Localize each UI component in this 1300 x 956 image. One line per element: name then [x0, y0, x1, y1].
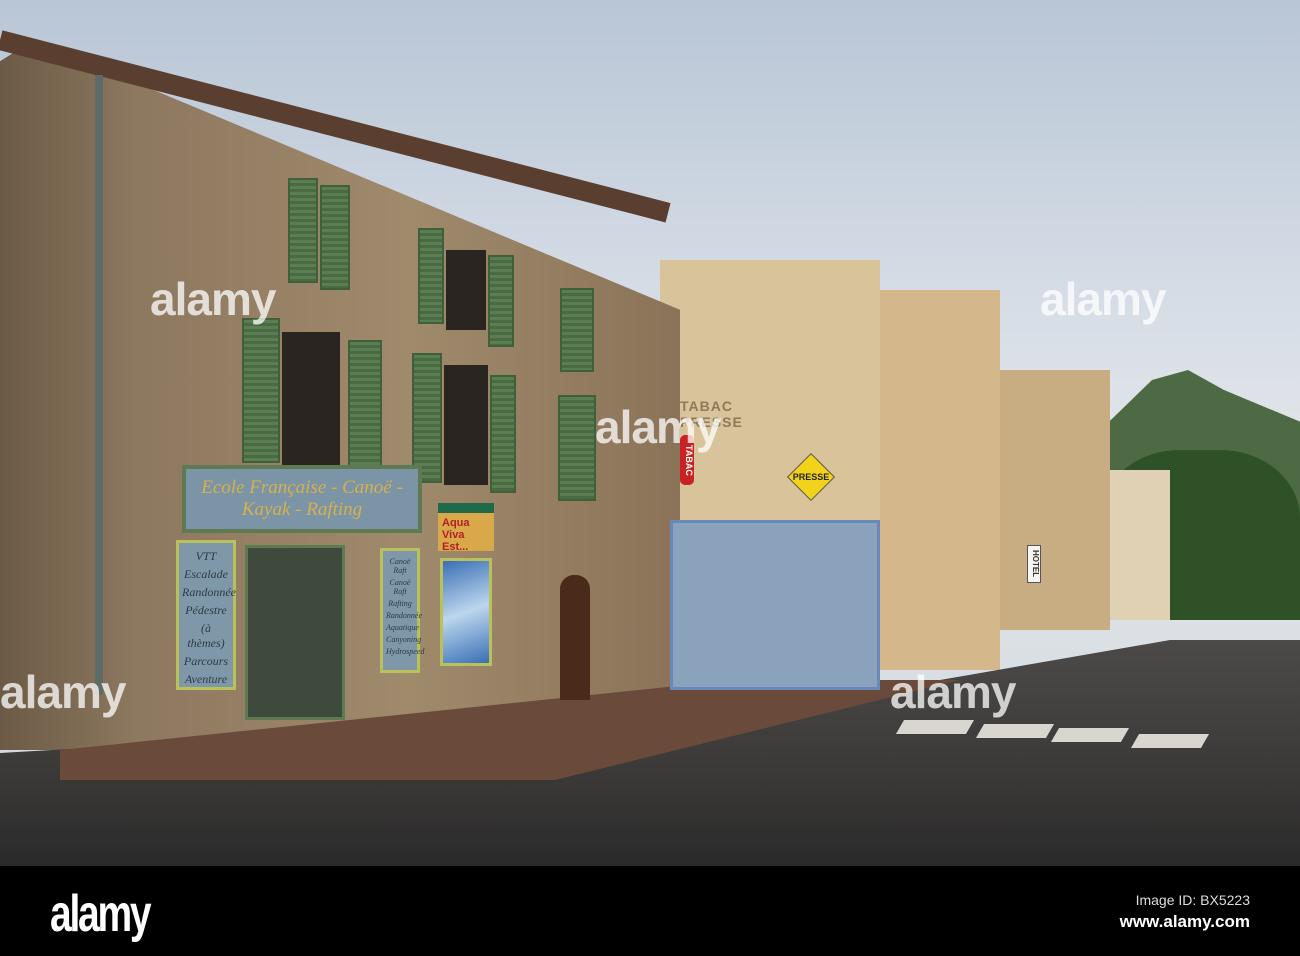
panel-text: Canoë Raft: [389, 578, 411, 596]
panel-text: Aquatique: [386, 623, 419, 632]
street-photo: Ecole Française - Canoë - Kayak - Raftin…: [0, 0, 1300, 866]
shutter: [320, 185, 350, 290]
hotel-sign: HOTEL: [1027, 545, 1041, 583]
panel-text: (à thèmes): [187, 621, 225, 650]
ecole-sign: Ecole Française - Canoë - Kayak - Raftin…: [182, 465, 422, 533]
panel-text: Canoë Raft: [389, 557, 411, 575]
shutter: [418, 228, 444, 324]
watermark: alamy: [1040, 273, 1166, 325]
newsagent-shopfront: [670, 520, 880, 690]
wooden-door: [560, 575, 590, 700]
shutter: [558, 395, 596, 501]
shutter: [560, 288, 594, 372]
panel-text: Rafting: [388, 599, 412, 608]
shutter: [288, 178, 318, 283]
panel-text: Canyoning: [386, 635, 422, 644]
panel-text: Aventure: [184, 672, 228, 686]
watermark: alamy: [0, 666, 126, 718]
shop-door: [245, 545, 345, 720]
shutter: [412, 353, 442, 483]
window: [444, 365, 488, 485]
crosswalk-stripe: [1130, 734, 1210, 748]
panel-text: Randonnée: [182, 585, 236, 599]
shutter: [488, 255, 514, 347]
panel-text: VTT: [195, 549, 217, 563]
crosswalk-stripe: [975, 724, 1055, 738]
panel-text: Hydrospeed: [386, 647, 425, 656]
panel-text: Pédestre: [185, 603, 227, 617]
activity-panel-left: VTT Escalade Randonnée Pédestre (à thème…: [176, 540, 236, 690]
alamy-logo: alamy: [50, 885, 152, 943]
image-id: Image ID: BX5223: [1135, 892, 1250, 908]
rafting-poster: [440, 558, 492, 666]
panel-text: Parcours: [183, 654, 229, 668]
presse-text: PRESSE: [792, 472, 830, 482]
window: [446, 250, 486, 330]
watermark: alamy: [150, 273, 276, 325]
watermark: alamy: [890, 666, 1016, 718]
crosswalk-stripe: [895, 720, 975, 734]
panel-text: Escalade: [184, 567, 228, 581]
shutter: [242, 318, 280, 463]
alamy-url: www.alamy.com: [1119, 912, 1250, 931]
shutter: [490, 375, 516, 493]
activity-panel-right: Canoë Raft Canoë Raft Rafting Randonnée …: [380, 548, 425, 673]
drainpipe: [95, 75, 103, 695]
distant-building: [1100, 470, 1170, 620]
building-far: [990, 370, 1110, 630]
panel-text: Randonnée: [386, 611, 422, 620]
shutter: [348, 340, 382, 478]
crosswalk-stripe: [1050, 728, 1130, 742]
watermark: alamy: [595, 401, 721, 453]
alamy-footer: alamy Image ID: BX5223 www.alamy.com: [0, 866, 1300, 956]
aqua-viva-sign: Aqua Viva Est...: [438, 503, 494, 553]
window: [282, 332, 340, 472]
